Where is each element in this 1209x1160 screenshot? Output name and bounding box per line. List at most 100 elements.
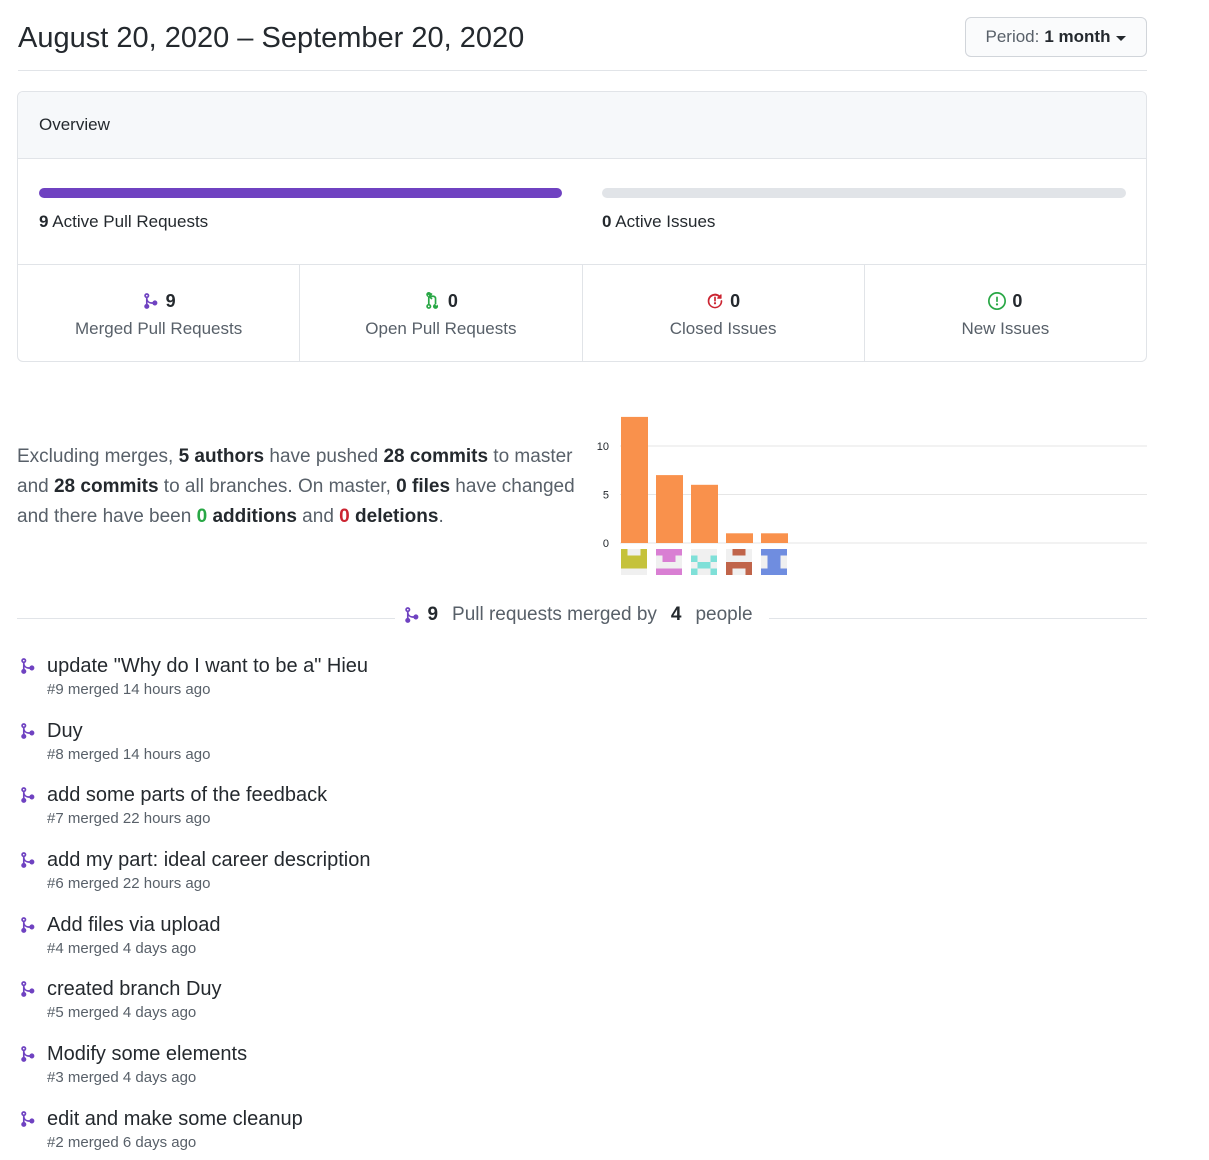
pr-title-link[interactable]: created branch Duy xyxy=(47,975,817,1003)
summary-files: 0 files xyxy=(396,476,451,497)
chart-bar[interactable] xyxy=(621,416,648,543)
active-issues-label[interactable]: 0 Active Issues xyxy=(602,212,715,232)
summary-additions-label: additions xyxy=(207,506,297,527)
merged-pr-heading: 9 Pull requests merged by 4 people xyxy=(0,604,1164,629)
overview-header: Overview xyxy=(18,92,1146,159)
pr-title-link[interactable]: Add files via upload xyxy=(47,911,817,939)
commit-summary: Excluding merges, 5 authors have pushed … xyxy=(17,442,582,532)
summary-text: to all branches. On master, xyxy=(158,476,397,497)
pr-title-link[interactable]: add my part: ideal career description xyxy=(47,846,817,874)
closed-issues-label: Closed Issues xyxy=(669,319,777,338)
summary-text: . xyxy=(438,506,444,527)
summary-commits-all: 28 commits xyxy=(53,476,159,497)
caret-down-icon xyxy=(1116,35,1127,41)
author-avatar[interactable] xyxy=(761,549,787,575)
pr-list-item: edit and make some cleanup #2 merged 6 da… xyxy=(17,1105,817,1160)
pr-meta: #3 merged 4 days ago xyxy=(47,1069,197,1087)
pr-meta: #4 merged 4 days ago xyxy=(47,939,197,957)
merged-people-text: people xyxy=(687,604,761,626)
pr-list-item: update "Why do I want to be a" Hieu #9 me… xyxy=(17,652,817,717)
chart-bar[interactable] xyxy=(691,484,718,543)
open-pr-count: 0 xyxy=(447,290,458,311)
git-merge-icon xyxy=(21,852,35,868)
pr-title-link[interactable]: Duy xyxy=(47,717,817,745)
pr-meta: #6 merged 22 hours ago xyxy=(47,875,211,893)
issue-opened-icon xyxy=(988,292,1007,310)
summary-text: and xyxy=(296,506,340,527)
pr-title-link[interactable]: Modify some elements xyxy=(47,1040,817,1068)
git-merge-icon xyxy=(21,787,35,804)
pr-list-item: add some parts of the feedback #7 merged … xyxy=(17,781,817,846)
git-merge-icon xyxy=(21,658,35,674)
overview-bars: 9 Active Pull Requests 0 Active Issues xyxy=(18,159,1146,265)
git-merge-icon xyxy=(21,916,35,933)
chart-y-tick-label: 10 xyxy=(597,441,609,453)
author-avatar[interactable] xyxy=(621,549,647,575)
stat-new-issues[interactable]: 0 New Issues xyxy=(865,265,1146,361)
overview-box: Overview 9 Active Pull Requests 0 Active… xyxy=(17,91,1147,362)
chart-y-tick-label: 0 xyxy=(603,538,609,550)
git-pull-request-icon xyxy=(426,292,438,309)
summary-additions-count: 0 xyxy=(196,506,208,527)
chart-bar[interactable] xyxy=(656,475,683,543)
active-issue-count: 0 xyxy=(602,212,612,231)
merged-pr-list: update "Why do I want to be a" Hieu #9 me… xyxy=(17,652,817,1160)
pr-meta: #5 merged 4 days ago xyxy=(47,1004,197,1022)
chart-bar[interactable] xyxy=(726,533,753,543)
open-pr-label: Open Pull Requests xyxy=(365,319,517,338)
git-merge-icon xyxy=(21,1046,35,1062)
pr-list-item: Add files via upload #4 merged 4 days ago xyxy=(17,911,817,976)
chart-bar[interactable] xyxy=(761,533,788,543)
stat-closed-issues[interactable]: 0 Closed Issues xyxy=(583,265,865,361)
pr-list-item: Modify some elements #3 merged 4 days ago xyxy=(17,1040,817,1105)
stat-merged-pull-requests[interactable]: 9 Merged Pull Requests xyxy=(18,265,301,361)
merged-count: 9 xyxy=(165,290,176,311)
summary-deletions-label: deletions xyxy=(349,506,439,527)
active-pr-text: Active Pull Requests xyxy=(52,212,209,231)
git-merge-icon xyxy=(21,1110,35,1127)
merged-pr-count: 9 xyxy=(427,604,439,625)
merged-pr-text: Pull requests merged by xyxy=(444,604,665,626)
pr-title-link[interactable]: add some parts of the feedback xyxy=(47,781,817,809)
chart-y-tick-label: 5 xyxy=(603,490,609,502)
merged-people-count: 4 xyxy=(670,604,682,625)
issue-closed-icon xyxy=(707,293,723,309)
summary-text: have pushed xyxy=(264,446,384,467)
overview-stats: 9 Merged Pull Requests 0 Open Pull Reque… xyxy=(18,265,1146,361)
active-pull-requests-label[interactable]: 9 Active Pull Requests xyxy=(39,212,208,232)
pr-title-link[interactable]: update "Why do I want to be a" Hieu xyxy=(47,652,817,680)
pr-list-item: add my part: ideal career description #6 … xyxy=(17,846,817,911)
period-label: Period: xyxy=(985,27,1040,46)
git-merge-icon xyxy=(405,607,419,623)
pr-meta: #7 merged 22 hours ago xyxy=(47,810,211,828)
closed-issues-count: 0 xyxy=(730,290,741,311)
pr-title-link[interactable]: edit and make some cleanup xyxy=(47,1105,817,1133)
pr-meta: #9 merged 14 hours ago xyxy=(47,681,211,698)
new-issues-label: New Issues xyxy=(961,319,1050,338)
page-header: August 20, 2020 – September 20, 2020 Per… xyxy=(18,16,1147,71)
pr-meta: #8 merged 14 hours ago xyxy=(47,745,211,763)
git-merge-icon xyxy=(21,981,35,998)
chart-svg: 0 5 10 xyxy=(597,416,1147,575)
summary-authors: 5 authors xyxy=(178,446,265,467)
pr-list-item: Duy #8 merged 14 hours ago xyxy=(17,717,817,782)
pr-meta: #2 merged 6 days ago xyxy=(47,1133,197,1151)
author-avatar[interactable] xyxy=(656,549,682,575)
merged-label: Merged Pull Requests xyxy=(74,319,243,338)
summary-text: Excluding merges, xyxy=(17,446,179,467)
git-merge-icon xyxy=(21,722,35,739)
summary-commits-master: 28 commits xyxy=(383,446,489,467)
new-issues-count: 0 xyxy=(1012,290,1023,311)
active-pr-count: 9 xyxy=(39,212,49,231)
summary-deletions-count: 0 xyxy=(339,506,350,527)
author-avatar[interactable] xyxy=(691,549,717,575)
git-merge-icon xyxy=(143,293,158,309)
stat-open-pull-requests[interactable]: 0 Open Pull Requests xyxy=(300,265,583,361)
pull-requests-progress-bar xyxy=(39,188,562,198)
author-avatar[interactable] xyxy=(726,549,752,575)
active-issue-text: Active Issues xyxy=(615,212,716,231)
period-value: 1 month xyxy=(1044,27,1111,46)
commits-by-author-chart: 0 5 10 xyxy=(590,410,1147,580)
period-dropdown-button[interactable]: Period: 1 month xyxy=(965,17,1147,57)
issues-progress-bar xyxy=(602,188,1126,198)
